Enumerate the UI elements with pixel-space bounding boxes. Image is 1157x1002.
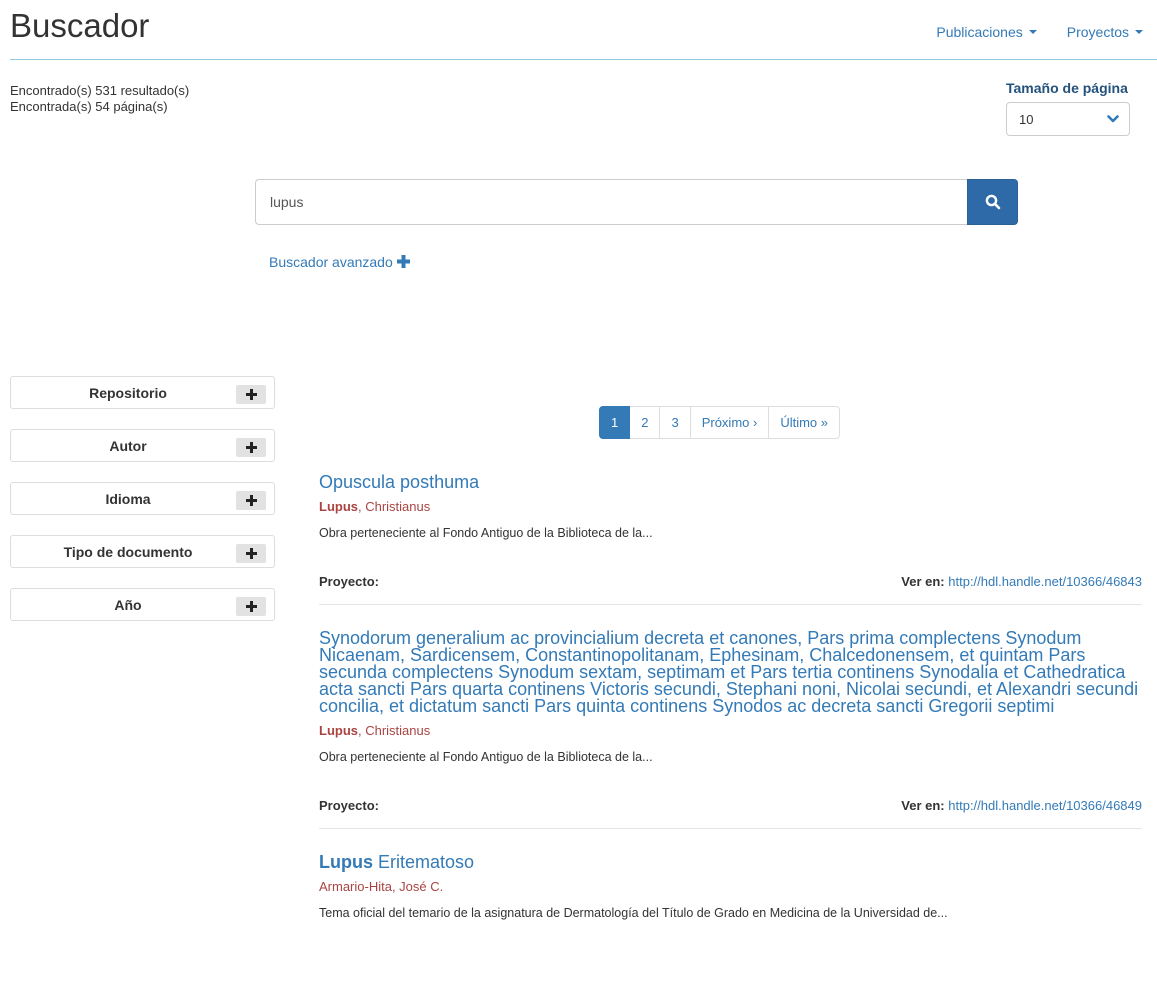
page-title: Buscador <box>10 7 150 44</box>
facet-label: Tipo de documento <box>63 543 193 560</box>
page-size-control: Tamaño de página 10 <box>1006 80 1130 136</box>
result-counts: Encontrado(s) 531 resultado(s) Encontrad… <box>10 83 189 115</box>
result-author[interactable]: Lupus, Christianus <box>319 499 1142 514</box>
expand-plus-icon[interactable] <box>236 385 266 404</box>
handle-link[interactable]: http://hdl.handle.net/10366/46843 <box>948 574 1142 589</box>
result-title-text: Eritematoso <box>373 852 475 872</box>
caret-down-icon <box>1028 30 1037 34</box>
expand-plus-icon[interactable] <box>236 544 266 563</box>
result-footer: Proyecto: Ver en: http://hdl.handle.net/… <box>319 798 1142 828</box>
project-label: Proyecto: <box>319 798 379 813</box>
nav-proyectos-dropdown[interactable]: Proyectos <box>1067 24 1143 40</box>
view-in-label: Ver en: <box>901 798 945 813</box>
facet-idioma[interactable]: Idioma <box>10 482 275 515</box>
result-author-text: , Christianus <box>358 499 431 514</box>
facet-tipo-documento[interactable]: Tipo de documento <box>10 535 275 568</box>
result-title-link[interactable]: Opuscula posthuma <box>319 472 1142 492</box>
results-list: Opuscula posthuma Lupus, Christianus Obr… <box>319 472 1142 920</box>
page-link-2[interactable]: 2 <box>630 406 661 439</box>
result-author-text: , Christianus <box>358 723 431 738</box>
page-size-select[interactable]: 10 <box>1006 102 1130 136</box>
result-item: Opuscula posthuma Lupus, Christianus Obr… <box>319 472 1142 605</box>
result-item: Synodorum generalium ac provincialium de… <box>319 628 1142 829</box>
result-title-link[interactable]: Lupus Eritematoso <box>319 852 1142 872</box>
header-divider <box>10 59 1157 60</box>
page-link-3[interactable]: 3 <box>660 406 691 439</box>
result-title-link[interactable]: Synodorum generalium ac provincialium de… <box>319 628 1142 716</box>
facet-autor[interactable]: Autor <box>10 429 275 462</box>
top-nav: Publicaciones Proyectos <box>936 24 1143 40</box>
search-icon <box>985 194 1000 210</box>
advanced-search-label: Buscador avanzado <box>269 254 393 270</box>
facet-label: Año <box>114 596 142 613</box>
nav-publicaciones-dropdown[interactable]: Publicaciones <box>936 24 1037 40</box>
pages-count: Encontrada(s) 54 página(s) <box>10 99 168 114</box>
result-author-text: Armario-Hita, José C. <box>319 879 444 894</box>
view-in-label: Ver en: <box>901 574 945 589</box>
facet-ano[interactable]: Año <box>10 588 275 621</box>
plus-icon-glyph <box>396 255 410 268</box>
result-description: Tema oficial del temario de la asignatur… <box>319 906 948 920</box>
results-count: Encontrado(s) 531 resultado(s) <box>10 83 190 98</box>
result-author-highlight: Lupus <box>319 723 358 738</box>
facet-label: Repositorio <box>89 384 167 401</box>
nav-publicaciones-label: Publicaciones <box>936 24 1023 40</box>
result-item: Lupus Eritematoso Armario-Hita, José C. … <box>319 852 1142 920</box>
project-label: Proyecto: <box>319 574 379 589</box>
facet-label: Idioma <box>105 490 151 507</box>
page-size-value: 10 <box>1019 111 1034 127</box>
view-in: Ver en: http://hdl.handle.net/10366/4684… <box>901 574 1142 589</box>
result-title-text: Opuscula posthuma <box>319 472 480 492</box>
result-description: Obra perteneciente al Fondo Antiguo de l… <box>319 526 653 540</box>
result-author-highlight: Lupus <box>319 499 358 514</box>
result-footer: Proyecto: Ver en: http://hdl.handle.net/… <box>319 574 1142 604</box>
search-button[interactable] <box>967 179 1018 225</box>
expand-plus-icon[interactable] <box>236 438 266 457</box>
page-next-link[interactable]: Próximo › <box>690 406 770 439</box>
search-bar <box>255 179 1018 225</box>
expand-plus-icon[interactable] <box>236 597 266 616</box>
page-last-link[interactable]: Último » <box>769 406 841 439</box>
caret-down-icon <box>1135 30 1143 34</box>
result-description: Obra perteneciente al Fondo Antiguo de l… <box>319 750 653 764</box>
facet-repositorio[interactable]: Repositorio <box>10 376 275 409</box>
result-author[interactable]: Armario-Hita, José C. <box>319 879 1142 894</box>
plus-icon <box>396 255 410 269</box>
nav-proyectos-label: Proyectos <box>1066 24 1129 40</box>
expand-plus-icon[interactable] <box>236 491 266 510</box>
facet-label: Autor <box>109 437 147 454</box>
result-title-text: Synodorum generalium ac provincialium de… <box>319 628 1139 716</box>
view-in: Ver en: http://hdl.handle.net/10366/4684… <box>901 798 1142 813</box>
advanced-search-link[interactable]: Buscador avanzado <box>269 254 410 270</box>
handle-link[interactable]: http://hdl.handle.net/10366/46849 <box>948 798 1142 813</box>
search-input[interactable] <box>255 179 967 225</box>
result-author[interactable]: Lupus, Christianus <box>319 723 1142 738</box>
facet-sidebar: Repositorio Autor Idioma Tipo de documen… <box>10 376 275 641</box>
page-size-label: Tamaño de página <box>1006 80 1128 96</box>
chevron-down-icon <box>1107 115 1119 123</box>
page-link-1[interactable]: 1 <box>599 406 631 439</box>
result-title-highlight: Lupus <box>319 852 373 872</box>
pagination: 1 2 3 Próximo › Último » <box>599 406 841 439</box>
